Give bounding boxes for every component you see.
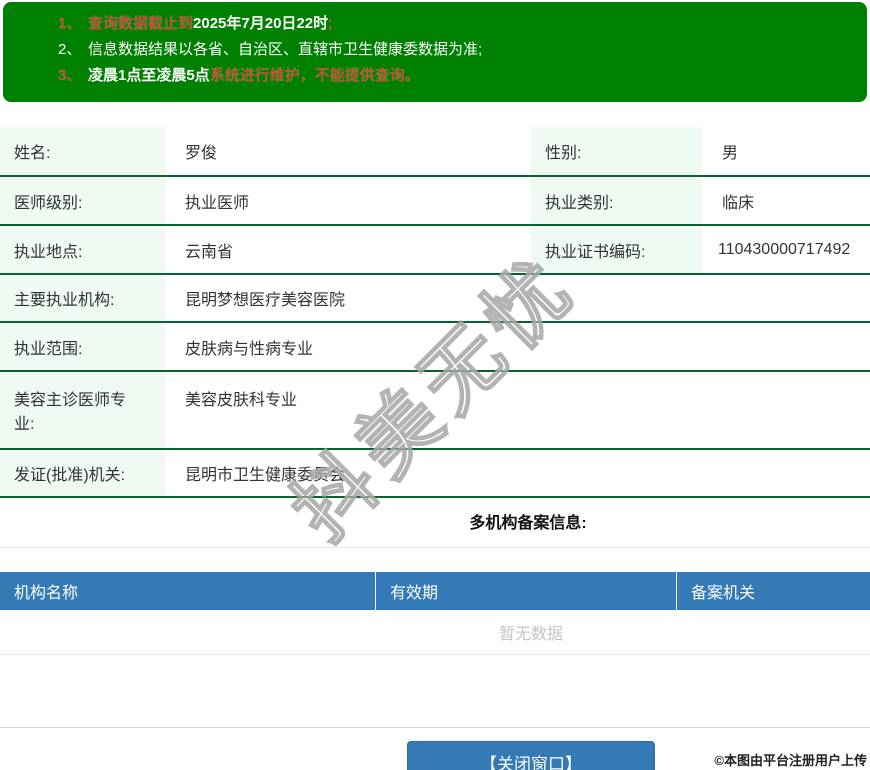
notice-text: 信息数据结果以各省、自治区、直辖市卫生健康委数据为准; [88,41,483,58]
name-value: 罗俊 [165,127,531,177]
practitioner-info-table: 姓名: 罗俊 性别: 男 医师级别: 执业医师 执业类别: 临床 执业地点: 云… [0,127,870,498]
notice-text: 系统进行维护，不能提供查询。 [209,67,420,84]
notice-number: 2、 [58,41,82,58]
notice-text-bold: 2025年7月20日22时 [193,15,329,32]
practice-place-value: 云南省 [165,225,531,275]
gender-label: 性别: [531,127,702,177]
table-row: 主要执业机构: 昆明梦想医疗美容医院 [0,274,870,323]
issuing-authority-label: 发证(批准)机关: [0,449,165,498]
notice-number: 3、 [58,67,82,84]
column-header-validity-period: 有效期 [376,572,677,610]
table-row: 执业地点: 云南省 执业证书编码: 110430000717492 [0,225,870,275]
multi-institution-section-title: 多机构备案信息: [469,515,587,532]
practice-place-label: 执业地点: [0,225,165,275]
cosmetic-specialty-label: 美容主诊医师专业: [0,371,165,450]
no-data-text: 暂无数据 [498,626,564,643]
notice-text: ; [328,15,333,32]
table-row: 执业范围: 皮肤病与性病专业 [0,322,870,372]
gender-value: 男 [702,127,870,177]
practice-scope-value: 皮肤病与性病专业 [165,322,870,372]
column-header-institution-name: 机构名称 [0,572,376,610]
main-institution-value: 昆明梦想医疗美容医院 [165,274,870,323]
close-window-button[interactable]: 【关闭窗口】 [407,741,655,770]
records-empty-row: 暂无数据 [0,610,870,655]
notice-number: 1、 [58,15,82,32]
main-institution-label: 主要执业机构: [0,274,165,323]
page: 1、 查询数据截止到2025年7月20日22时; 2、 信息数据结果以各省、自治区、… [0,0,870,770]
notice-text-bold: 凌晨1点至凌晨5点 [88,67,210,84]
issuing-authority-value: 昆明市卫生健康委员会 [165,449,870,498]
table-row: 发证(批准)机关: 昆明市卫生健康委员会 [0,449,870,498]
notice-banner: 1、 查询数据截止到2025年7月20日22时; 2、 信息数据结果以各省、自治区、… [3,2,867,102]
table-row: 美容主诊医师专业: 美容皮肤科专业 [0,371,870,450]
column-header-filing-authority: 备案机关 [691,585,756,602]
notice-text: 查询数据截止到 [88,15,194,32]
doctor-level-label: 医师级别: [0,176,165,226]
name-label: 姓名: [0,127,165,177]
practice-category-value: 临床 [702,176,870,226]
practice-category-label: 执业类别: [531,176,702,226]
practice-scope-label: 执业范围: [0,322,165,372]
cosmetic-specialty-value: 美容皮肤科专业 [165,371,870,450]
notice-item-3: 3、 凌晨1点至凌晨5点系统进行维护，不能提供查询。 [58,63,857,89]
footer-divider [0,727,870,728]
notice-item-2: 2、 信息数据结果以各省、自治区、直辖市卫生健康委数据为准; [58,37,857,63]
table-row: 姓名: 罗俊 性别: 男 [0,127,870,177]
table-row: 医师级别: 执业医师 执业类别: 临床 [0,176,870,226]
certificate-number-label: 执业证书编码: [531,225,702,275]
copyright-watermark-text: ©本图由平台注册用户上传 [714,753,867,768]
doctor-level-value: 执业医师 [165,176,531,226]
notice-item-1: 1、 查询数据截止到2025年7月20日22时; [58,11,857,37]
certificate-number-value: 110430000717492 [702,225,870,275]
section-divider [0,547,870,548]
records-table-header: 机构名称 有效期 备案机关 [0,572,870,610]
